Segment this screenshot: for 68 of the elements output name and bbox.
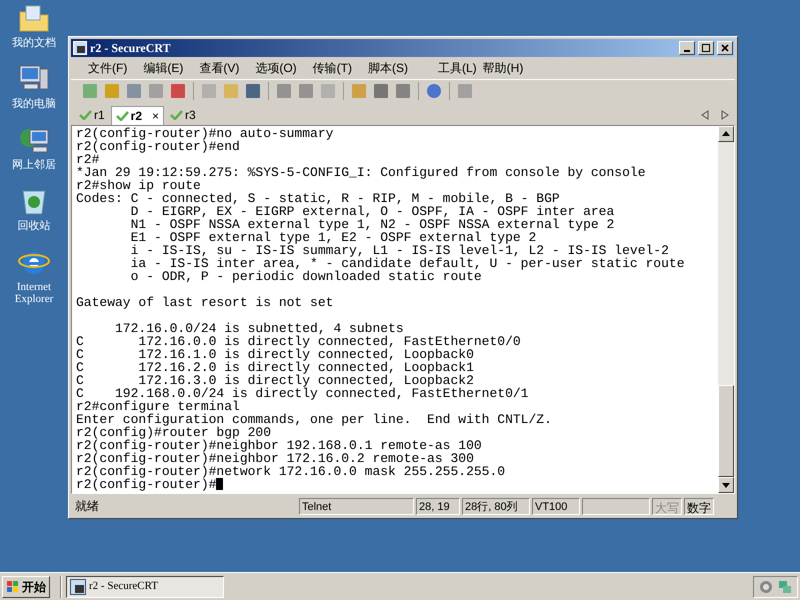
terminal-icon — [70, 578, 86, 594]
tab-scroll-left-icon[interactable] — [701, 110, 709, 120]
terminal-line: r2(config)#router bgp 200 — [76, 426, 272, 439]
desktop-icon-label[interactable]: 我的文档 — [10, 37, 58, 49]
windows-logo-icon — [6, 580, 20, 594]
tab-scroll-right-icon[interactable] — [721, 110, 729, 120]
status-field: 28, 19 — [416, 498, 460, 515]
status-field: Telnet — [299, 498, 414, 515]
terminal-line: C 172.16.0.0 is directly connected, FastEthernet0/0 — [76, 334, 522, 348]
scrollbar[interactable] — [718, 126, 734, 494]
terminal-line: Codes: C - connected, S - static, R - RIP, M - mobile, B - BGP — [76, 192, 560, 205]
session-tab[interactable]: r3 — [166, 106, 200, 125]
terminal-line: C 192.168.0.0/24 is directly connected, FastEthernet0/1 — [76, 386, 530, 400]
terminal-line: r2# — [76, 152, 100, 166]
terminal-line: ia - IS-IS inter area, * - candidate default, U - per-user static route — [130, 256, 686, 270]
terminal-line: *Jan 29 19:12:59.275: %SYS-5-CONFIG_I: Configured from console by console — [76, 166, 646, 179]
window-title: r2 - SecureCRT — [90, 40, 171, 57]
terminal-line: r2#configure terminal — [76, 400, 240, 413]
terminal-line: o - ODR, P - periodic downloaded static route — [130, 270, 483, 283]
terminal-line: r2#show ip route — [76, 178, 201, 192]
desktop-icon-label[interactable]: Internet Explorer — [0, 281, 68, 305]
scroll-up-icon[interactable] — [722, 131, 730, 136]
terminal-line: 172.16.0.0/24 is subnetted, 4 subnets — [114, 322, 404, 335]
terminal-line: r2(config-router)#neighbor 192.168.0.1 remote-as 100 — [76, 438, 483, 452]
maximize-icon[interactable] — [698, 41, 714, 55]
tab-close-icon[interactable]: × — [152, 106, 160, 125]
menu-item[interactable]: 脚本(S) — [364, 58, 411, 77]
status-field — [582, 498, 650, 515]
minimize-icon[interactable] — [679, 41, 695, 55]
terminal[interactable] — [72, 126, 718, 494]
scroll-down-icon[interactable] — [722, 482, 730, 488]
terminal-line: C 172.16.1.0 is directly connected, Loopback0 — [76, 348, 475, 361]
terminal-line: C 172.16.3.0 is directly connected, Loopback2 — [76, 374, 474, 387]
terminal-icon — [73, 41, 87, 55]
speaker-icon[interactable] — [758, 578, 774, 594]
menu-item[interactable]: 传输(T) — [310, 58, 355, 77]
status-indicator: 大写 — [652, 498, 682, 515]
terminal-line: r2(config-router)# — [76, 478, 714, 491]
status-field: VT100 — [532, 498, 580, 515]
taskbar-button[interactable]: r2 - SecureCRT — [66, 576, 224, 598]
terminal-line: E1 - OSPF external type 1, E2 - OSPF external type 2 — [130, 230, 538, 244]
terminal-line: Enter configuration commands, one per line. End with CNTL/Z. — [76, 412, 553, 426]
terminal-line: r2(config-router)#end — [76, 140, 240, 153]
menu-item[interactable]: 工具(L) — [434, 58, 480, 77]
network-icon[interactable] — [777, 578, 793, 594]
desktop-icon-label[interactable]: 回收站 — [16, 220, 52, 232]
status-field: 28行, 80列 — [462, 498, 530, 515]
desktop-icon-label[interactable]: 网上邻居 — [10, 159, 58, 171]
terminal-line: Gateway of last resort is not set — [76, 296, 334, 309]
session-tab[interactable]: r1 — [75, 106, 109, 125]
terminal-line: r2(config-router)#no auto-summary — [76, 126, 334, 140]
terminal-line: r2(config-router)#neighbor 172.16.0.2 remote-as 300 — [76, 452, 475, 465]
terminal-line: D - EIGRP, EX - EIGRP external, O - OSPF, IA - OSPF inter area — [130, 204, 616, 218]
menu-item[interactable]: 查看(V) — [196, 58, 242, 77]
terminal-line: N1 - OSPF NSSA external type 1, N2 - OSPF NSSA external type 2 — [130, 218, 616, 231]
menu-item[interactable]: 文件(F) — [85, 58, 130, 77]
menu-item[interactable]: 编辑(E) — [140, 58, 186, 77]
start-button[interactable]: 开始 — [2, 576, 50, 598]
desktop-icon-label[interactable]: 我的电脑 — [10, 98, 58, 110]
session-tab[interactable]: r2 × — [110, 106, 164, 125]
terminal-line: i - IS-IS, su - IS-IS summary, L1 - IS-IS level-1, L2 - IS-IS level-2 — [130, 244, 670, 257]
menu-item[interactable]: 帮助(H) — [480, 58, 526, 77]
menu-item[interactable]: 选项(O) — [252, 58, 300, 77]
close-icon[interactable] — [717, 41, 733, 55]
status-indicator: 数字 — [684, 498, 714, 515]
status-message: 就绪 — [74, 498, 100, 516]
terminal-line: r2(config-router)#network 172.16.0.0 mask 255.255.255.0 — [76, 464, 506, 478]
terminal-line: C 172.16.2.0 is directly connected, Loopback1 — [76, 360, 475, 374]
